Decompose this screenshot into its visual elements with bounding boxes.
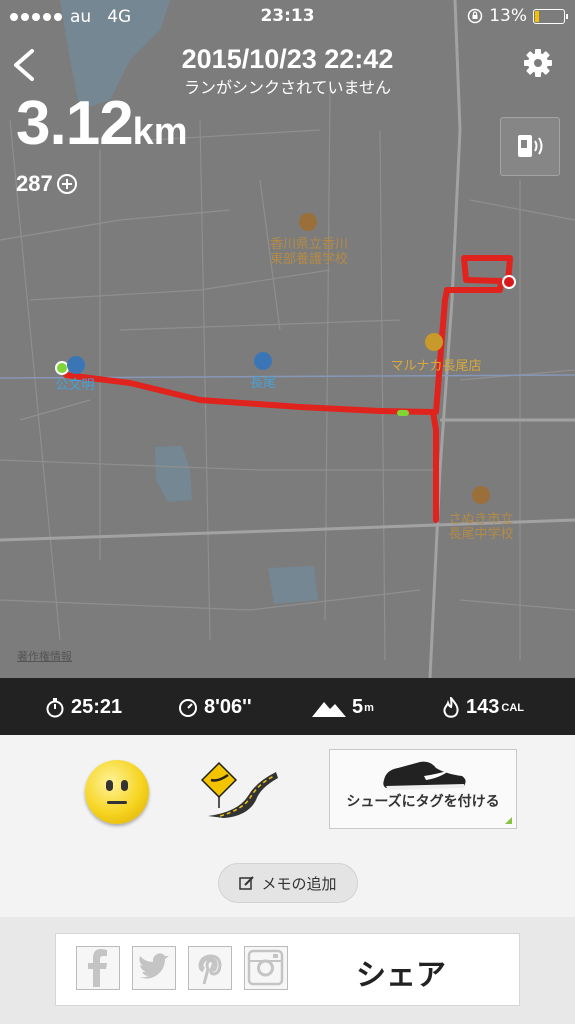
map-label-station1: 公文明 <box>55 378 95 393</box>
voice-feedback-button[interactable] <box>500 117 560 176</box>
battery-icon <box>533 8 568 24</box>
elevation-stat: 5m <box>312 696 374 719</box>
edit-icon <box>239 876 255 890</box>
gear-icon[interactable] <box>522 47 554 79</box>
duration-stat: 25:21 <box>45 696 122 719</box>
add-memo-button[interactable]: メモの追加 <box>218 863 358 903</box>
tag-shoes-label: シューズにタグを付ける <box>346 794 500 810</box>
duration-value: 25:21 <box>71 696 123 718</box>
calories-value: 143 <box>466 696 500 718</box>
distance-value: 3.12 <box>16 89 134 158</box>
route-line <box>63 255 513 523</box>
school-poi-icon <box>299 213 317 231</box>
share-button[interactable]: シェア <box>55 933 520 1006</box>
station-poi-icon <box>254 352 272 370</box>
shoe-icon <box>383 761 466 790</box>
map-copyright-link[interactable]: 著作権情報 <box>17 648 72 664</box>
plus-circle-icon <box>56 174 77 194</box>
orientation-lock-icon <box>467 8 483 24</box>
speedometer-icon <box>179 698 197 717</box>
station-poi-icon <box>67 356 85 374</box>
map-label-school2: さぬき市立 長尾中学校 <box>448 512 514 542</box>
mountain-icon <box>312 701 346 717</box>
elevation-unit: m <box>364 701 374 714</box>
end-marker <box>502 275 516 289</box>
school-poi-icon <box>472 486 490 504</box>
calories-stat: 143 CAL <box>442 696 524 719</box>
flame-icon <box>443 696 459 718</box>
run-date: 2015/10/23 22:42 <box>181 44 394 74</box>
nikefuel-display: 287 <box>16 171 77 197</box>
store-poi-icon <box>425 333 443 351</box>
map-label-store: マルナカ長尾店 <box>390 359 482 374</box>
map-label-station2: 長尾 <box>249 376 276 391</box>
tag-shoes-button[interactable]: シューズにタグを付ける <box>329 749 517 829</box>
facebook-icon[interactable] <box>76 946 120 990</box>
distance-display: 3.12km <box>16 88 188 159</box>
instagram-icon[interactable] <box>244 946 288 990</box>
share-label: シェア <box>356 958 446 993</box>
corner-indicator <box>505 817 512 824</box>
map-label-school1: 香川県立香川 東部養護学校 <box>269 237 348 267</box>
calories-unit: CAL <box>501 701 524 714</box>
stopwatch-icon <box>46 697 64 717</box>
pace-value: 8'06'' <box>204 696 252 718</box>
battery-percent: 13% <box>489 6 527 26</box>
add-memo-label: メモの追加 <box>261 874 337 893</box>
stats-bar: 25:21 8'06'' 5m 143 CAL <box>0 678 575 735</box>
elevation-value: 5 <box>352 696 364 718</box>
status-bar: au 4G 23:13 13% <box>0 0 575 34</box>
distance-unit: km <box>132 111 188 153</box>
pinterest-icon[interactable] <box>188 946 232 990</box>
emotion-neutral-icon[interactable] <box>85 760 149 824</box>
road-terrain-icon[interactable] <box>198 760 278 820</box>
speaker-phone-icon <box>518 135 543 157</box>
twitter-icon[interactable] <box>132 946 176 990</box>
fuel-value: 287 <box>16 171 53 196</box>
pace-stat: 8'06'' <box>178 696 252 719</box>
